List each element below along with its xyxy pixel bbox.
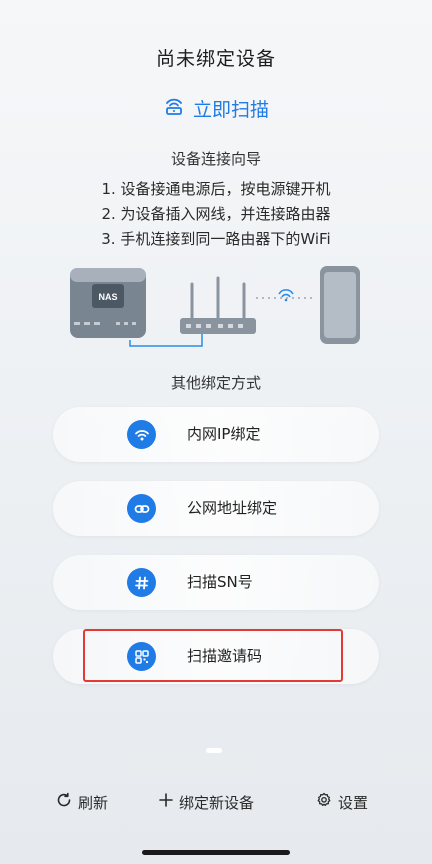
scan-sn-button[interactable]: 扫描SN号 <box>53 555 379 610</box>
refresh-icon <box>56 792 72 812</box>
wifi-signal-icon <box>278 289 294 302</box>
add-device-button[interactable]: 绑定新设备 <box>159 788 254 816</box>
other-binding-title: 其他绑定方式 <box>170 374 261 392</box>
bind-option-label: 内网IP绑定 <box>187 425 261 443</box>
refresh-button[interactable]: 刷新 <box>56 788 108 816</box>
refresh-label: 刷新 <box>78 793 109 812</box>
router-image <box>180 276 256 334</box>
settings-label: 设置 <box>338 793 369 812</box>
nas-label: NAS <box>98 292 117 302</box>
add-device-label: 绑定新设备 <box>179 793 255 812</box>
nas-device-image <box>70 268 146 338</box>
bottom-action-bar: 刷新 绑定新设备 设置 <box>0 788 432 816</box>
scan-invite-code-button[interactable]: 扫描邀请码 <box>53 629 379 684</box>
bind-option-label: 扫描邀请码 <box>187 647 263 665</box>
phone-image <box>320 266 360 344</box>
guide-step: 2. 为设备插入网线，并连接路由器 <box>101 205 331 223</box>
bind-option-label: 公网地址绑定 <box>187 499 278 517</box>
gear-icon <box>316 792 332 812</box>
qr-code-icon <box>127 642 156 671</box>
guide-step: 1. 设备接通电源后，按电源键开机 <box>101 180 331 198</box>
bind-by-lan-ip-button[interactable]: 内网IP绑定 <box>53 407 379 462</box>
guide-steps: 1. 设备接通电源后，按电源键开机 2. 为设备插入网线，并连接路由器 3. 手… <box>0 177 432 252</box>
bind-option-label: 扫描SN号 <box>187 573 253 591</box>
home-indicator[interactable] <box>142 850 290 855</box>
scan-now-button[interactable]: 立即扫描 <box>0 95 432 122</box>
guide-title: 设备连接向导 <box>170 150 261 168</box>
wifi-icon <box>127 420 156 449</box>
page-title: 尚未绑定设备 <box>155 48 276 70</box>
settings-button[interactable]: 设置 <box>316 788 368 816</box>
page-indicator <box>206 748 222 753</box>
plus-icon <box>159 793 173 811</box>
connection-illustration: NAS <box>68 260 368 355</box>
radar-scan-icon <box>163 95 185 122</box>
link-icon <box>127 494 156 523</box>
scan-now-label: 立即扫描 <box>192 99 269 121</box>
hash-icon <box>127 568 156 597</box>
guide-step: 3. 手机连接到同一路由器下的WiFi <box>101 230 331 248</box>
bind-by-public-address-button[interactable]: 公网地址绑定 <box>53 481 379 536</box>
